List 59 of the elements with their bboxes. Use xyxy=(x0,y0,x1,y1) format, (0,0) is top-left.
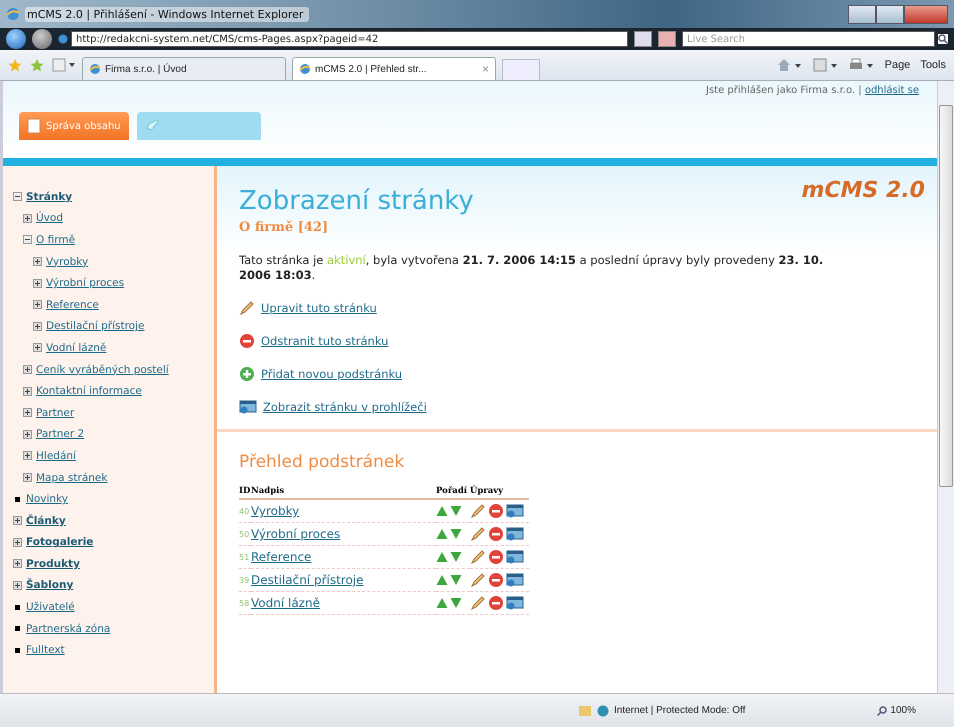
browser-tab[interactable]: mCMS 2.0 | Přehled str... × xyxy=(292,57,496,80)
tree-item-link[interactable]: Novinky xyxy=(26,493,68,506)
subpage-link[interactable]: Destilační přístroje xyxy=(251,573,364,587)
tree-item-link[interactable]: Kontaktní informace xyxy=(36,385,142,398)
tree-item-link[interactable]: Vyrobky xyxy=(46,256,88,268)
login-status: Jste přihlášen jako Firma s.r.o. | odhlásit se xyxy=(706,84,920,96)
action-link[interactable]: Odstranit tuto stránku xyxy=(261,334,388,348)
tree-item-link[interactable]: Destilační přístroje xyxy=(46,320,144,332)
page-heading: Zobrazení stránky xyxy=(239,186,474,216)
column-header: Pořadí xyxy=(436,484,470,499)
id-cell: 40 xyxy=(239,499,251,522)
tree-item-link[interactable]: O firmě xyxy=(36,234,76,246)
tree-item-link[interactable]: Mapa stránek xyxy=(36,472,108,484)
page-info-text: Tato stránka je aktivní, byla vytvořena 21. 7. 2006 14:15 a poslední úpravy byly provedeny 23. 10. 2006 18:03. xyxy=(239,253,824,283)
tree-item-link[interactable]: Ceník vyráběných postelí xyxy=(36,364,169,376)
logout-link[interactable]: odhlásit se xyxy=(864,85,919,96)
tree-item-link[interactable]: Fotogalerie xyxy=(26,536,94,548)
command-button[interactable]: Page xyxy=(884,59,910,71)
zoom-button[interactable]: 100% xyxy=(877,705,916,716)
tree-item-link[interactable]: Články xyxy=(26,514,66,527)
column-header: ID xyxy=(239,484,251,499)
id-cell: 39 xyxy=(239,568,251,592)
address-field[interactable]: http://redakcni-system.net/CMS/cms-Pages.aspx?pageid=42 xyxy=(71,31,628,47)
tree-item-link[interactable]: Partner 2 xyxy=(36,428,84,440)
browser-tab[interactable]: Firma s.r.o. | Úvod xyxy=(82,57,286,80)
tab-label: Firma s.r.o. | Úvod xyxy=(105,64,187,74)
action-link[interactable]: Upravit tuto stránku xyxy=(261,300,377,314)
tree-item-link[interactable]: Úvod xyxy=(36,212,63,224)
page-subheading: O firmě [42] xyxy=(239,220,330,235)
column-header: Úpravy xyxy=(470,484,529,499)
search-field[interactable]: Live Search xyxy=(682,31,935,47)
tree-item-link[interactable]: Partner xyxy=(36,406,74,419)
tree-item-link[interactable]: Fulltext xyxy=(26,644,65,656)
tree-item-link[interactable]: Výrobní proces xyxy=(46,277,124,290)
tree-item-link[interactable]: Hledání xyxy=(36,450,76,462)
subpage-link[interactable]: Reference xyxy=(251,550,312,564)
zone-text: Internet | Protected Mode: Off xyxy=(614,705,746,716)
tab-label: mCMS 2.0 | Přehled str... xyxy=(315,64,427,74)
tab-close-button[interactable]: × xyxy=(482,62,489,76)
column-header: Nadpis xyxy=(251,484,436,499)
tree-item-link[interactable]: Produkty xyxy=(26,558,80,570)
subpage-link[interactable]: Vodní lázně xyxy=(251,596,320,610)
tree-item-link[interactable]: Stránky xyxy=(26,190,72,203)
tree-item-link[interactable]: Partnerská zóna xyxy=(26,622,110,635)
id-cell: 50 xyxy=(239,522,251,546)
action-link[interactable]: Zobrazit stránku v prohlížeči xyxy=(263,400,427,414)
id-cell: 51 xyxy=(239,546,251,568)
action-link[interactable]: Přidat novou podstránku xyxy=(261,366,402,380)
tree-item-link[interactable]: Vodní lázně xyxy=(46,342,106,354)
window-title: mCMS 2.0 | Přihlášení - Windows Internet Explorer xyxy=(25,6,310,22)
command-button[interactable]: Tools xyxy=(920,59,946,71)
subpage-link[interactable]: Výrobní proces xyxy=(251,527,340,541)
id-cell: 58 xyxy=(239,592,251,614)
tree-item-link[interactable]: Reference xyxy=(46,298,99,311)
tree-item-link[interactable]: Uživatelé xyxy=(26,601,75,614)
logo: mCMS 2.0 xyxy=(802,178,925,203)
subpage-link[interactable]: Vyrobky xyxy=(251,504,300,518)
section-heading: Přehled podstránek xyxy=(239,452,406,472)
tree-item-link[interactable]: Šablony xyxy=(26,579,74,592)
